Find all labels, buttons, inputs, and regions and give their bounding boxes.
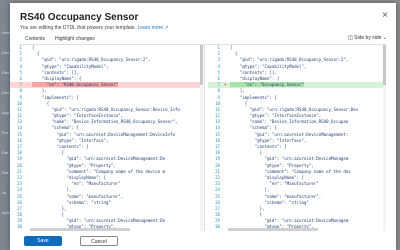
background-nav-label: Dev bbox=[2, 70, 10, 75]
code-text: { bbox=[230, 212, 263, 218]
code-text: "@id": "urn:azureiot:DeviceManagement:De… bbox=[32, 131, 175, 137]
code-text: "@type": "Interface", bbox=[230, 137, 307, 143]
code-text: }, bbox=[32, 205, 67, 211]
dialog-footer: Save Cancel bbox=[10, 231, 396, 247]
code-text: "displayName": { bbox=[230, 174, 304, 180]
code-text: [ bbox=[230, 45, 233, 50]
close-icon[interactable]: × bbox=[382, 10, 388, 21]
code-text: "@type": "InterfaceInstance", bbox=[230, 113, 322, 119]
code-text: "@id": "urn:rigado:RS40_Occupancy_Sensor… bbox=[32, 106, 180, 112]
background-nav-label: Dev bbox=[2, 50, 10, 55]
code-text: "displayName": { bbox=[230, 75, 280, 81]
code-text: "en": "Manufacturer" bbox=[32, 181, 121, 187]
code-text: { bbox=[32, 150, 65, 156]
code-text: "@id": "urn:rigado:RS40_Occupancy_Sensor… bbox=[230, 106, 359, 112]
code-text: { bbox=[230, 51, 238, 57]
modified-editor[interactable]: 1[2 {3 "@id": "urn:rigado:RS40_Occupancy… bbox=[208, 45, 386, 231]
code-text: "@type": "InterfaceInstance", bbox=[32, 113, 124, 119]
right-vertical-scrollbar[interactable] bbox=[383, 45, 386, 231]
left-vertical-scrollbar[interactable] bbox=[200, 45, 203, 231]
view-icon: ◫ bbox=[348, 35, 353, 41]
code-text: { bbox=[32, 212, 65, 218]
code-text: "schema": "string" bbox=[32, 199, 111, 205]
code-text: "name": "Device_Information_RS40_Occupan bbox=[230, 119, 349, 125]
background-sidebar: Hom Dev Dev Dev App Pro Dat Dat Jo Adm bbox=[0, 0, 10, 250]
code-text: "@id": "urn:azureiot:DeviceManagement:De bbox=[32, 218, 166, 224]
code-text: [ bbox=[32, 45, 35, 50]
background-nav-label: App bbox=[2, 110, 10, 115]
save-button[interactable]: Save bbox=[24, 236, 62, 246]
editor-divider[interactable] bbox=[204, 45, 205, 231]
code-text: "@type": "Interface", bbox=[32, 137, 109, 143]
code-text: { bbox=[230, 100, 248, 106]
code-text: }, bbox=[230, 88, 245, 94]
external-link-icon: ↗ bbox=[164, 25, 169, 31]
line-number: 30 bbox=[215, 224, 220, 230]
left-scroll-thumb[interactable] bbox=[200, 45, 203, 85]
dialog-subtitle: You are editing the DTDL that powers you… bbox=[20, 25, 169, 31]
code-text: }, bbox=[32, 187, 72, 193]
original-editor[interactable]: 1[2 {3 "@id": "urn:rigado:RS40_Occupancy… bbox=[10, 45, 203, 231]
code-text: "@type": "CapabilityModel", bbox=[32, 63, 109, 69]
background-nav-label: Adm bbox=[2, 210, 11, 215]
dialog-title: RS40 Occupancy Sensor bbox=[20, 12, 139, 23]
code-text: "@id": "urn:azureiot:DeviceManagem bbox=[230, 218, 349, 224]
code-text: "name": "manufacturer", bbox=[32, 193, 124, 199]
code-text: "implements": [ bbox=[32, 94, 79, 100]
code-text: "contents": [], bbox=[230, 69, 277, 75]
code-text: "@id": "urn:azureiot:DeviceManagement: bbox=[230, 131, 349, 137]
code-text: "displayName": { bbox=[32, 174, 106, 180]
code-text: "en": "Manufacturer" bbox=[230, 181, 319, 187]
code-text: "name": "manufacturer", bbox=[230, 193, 322, 199]
code-text: "name": "Device_Information_RS40_Occupan… bbox=[32, 119, 178, 125]
background-nav-label: Pro bbox=[2, 130, 9, 135]
code-text: "@type": "Property", bbox=[230, 162, 314, 168]
code-text: "@id": "urn:rigado:RS40_Occupancy_Sensor… bbox=[230, 57, 349, 63]
code-text: "@id": "urn:azureiot:DeviceManagement:De bbox=[32, 156, 166, 162]
code-text: }, bbox=[230, 205, 265, 211]
code-text: "comment": "Company name of the dev bbox=[230, 168, 351, 174]
code-text: "implements": [ bbox=[230, 94, 277, 100]
view-selector[interactable]: ◫ Side by side ⌄ bbox=[348, 35, 387, 41]
code-text: "@id": "urn:azureiot:DeviceManagem bbox=[230, 156, 349, 162]
code-text: "schema": { bbox=[230, 125, 277, 131]
chevron-down-icon: ⌄ bbox=[382, 35, 387, 41]
background-nav-label: Dat bbox=[2, 170, 9, 175]
code-text: "displayName": { bbox=[32, 75, 82, 81]
code-text: { bbox=[230, 150, 263, 156]
background-nav-label: Dev bbox=[2, 90, 10, 95]
right-scroll-thumb[interactable] bbox=[383, 45, 386, 85]
background-nav-label: Dat bbox=[2, 150, 9, 155]
code-text: }, bbox=[230, 187, 270, 193]
code-text: "@type": "Property", bbox=[32, 162, 116, 168]
code-text: "contents": [], bbox=[32, 69, 79, 75]
cancel-button[interactable]: Cancel bbox=[80, 236, 118, 246]
code-text: "schema": { bbox=[32, 125, 79, 131]
code-text: "schema": "string" bbox=[230, 199, 309, 205]
code-text: "en": "RS40 Occupancy Sensor" bbox=[32, 82, 119, 88]
code-text: "en": "Occupancy Sensor" bbox=[230, 82, 304, 88]
learn-more-link[interactable]: Learn more bbox=[137, 25, 163, 31]
code-text: "contents": [ bbox=[32, 144, 89, 149]
code-text: { bbox=[32, 100, 50, 106]
code-text: "@id": "urn:rigado:RS40_Occupancy_Sensor… bbox=[32, 57, 151, 63]
code-text: { bbox=[32, 51, 40, 57]
code-text: "contents": [ bbox=[230, 144, 287, 149]
background-nav-label: Jo bbox=[2, 190, 7, 195]
line-number: 30 bbox=[17, 224, 22, 230]
code-text: "comment": "Company name of the device m bbox=[32, 168, 166, 174]
view-selector-label: Side by side bbox=[354, 35, 382, 41]
subtitle-text: You are editing the DTDL that powers you… bbox=[20, 25, 137, 31]
code-text: }, bbox=[32, 88, 47, 94]
code-text: "@type": "CapabilityModel", bbox=[230, 63, 307, 69]
